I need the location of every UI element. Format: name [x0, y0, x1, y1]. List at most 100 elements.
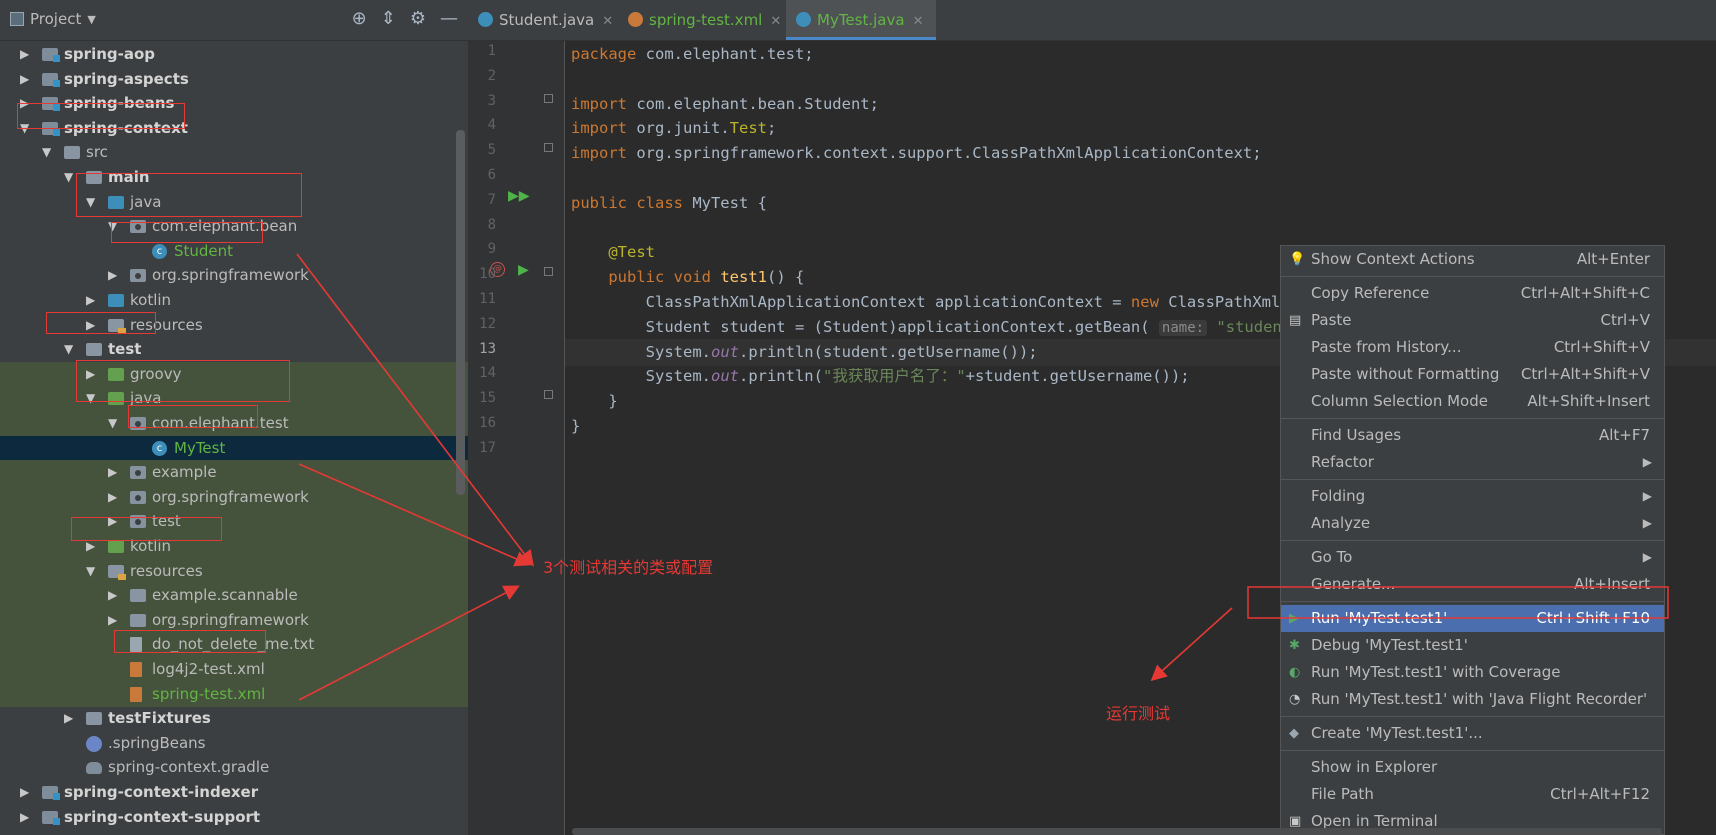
tree-item[interactable]: log4j2-test.xml [0, 657, 468, 682]
locate-icon[interactable]: ⊕ [352, 8, 367, 29]
tree-item[interactable]: ▶ example.scannable [0, 583, 468, 609]
code-line[interactable]: package com.elephant.test; [571, 41, 814, 68]
line-number: 7 [487, 191, 496, 208]
menu-item[interactable]: ◐ Run 'MyTest.test1' with Coverage [1281, 659, 1664, 686]
menu-item-label: Create 'MyTest.test1'... [1311, 724, 1483, 742]
tree-item[interactable]: ▶ spring-context-indexer [0, 780, 468, 805]
menu-item[interactable]: Generate... Alt+Insert [1281, 571, 1664, 598]
menu-item-label: Show in Explorer [1311, 758, 1438, 776]
collapsed-arrow-icon[interactable]: ▶ [64, 706, 73, 731]
tree-item[interactable]: ▶ example [0, 460, 468, 486]
menu-item[interactable]: Show in Explorer [1281, 754, 1664, 781]
collapsed-arrow-icon[interactable]: ▶ [20, 67, 29, 92]
file-type-icon [796, 12, 811, 27]
code-line[interactable]: @Test [571, 239, 655, 266]
profiler-icon: ◔ [1289, 692, 1301, 707]
minimize-icon[interactable]: — [440, 8, 458, 29]
menu-item[interactable]: Copy Reference Ctrl+Alt+Shift+C [1281, 280, 1664, 307]
menu-item[interactable]: Paste from History... Ctrl+Shift+V [1281, 334, 1664, 361]
expanded-arrow-icon[interactable]: ▼ [42, 140, 51, 165]
tree-item-label: example [152, 463, 217, 482]
collapsed-arrow-icon[interactable]: ▶ [108, 485, 117, 510]
tree-item[interactable]: c MyTest [0, 435, 468, 461]
project-view-selector[interactable]: Project ▼ [10, 10, 96, 28]
tree-item[interactable]: .springBeans [0, 731, 468, 756]
run-class-icon[interactable]: ▶▶ [508, 188, 530, 204]
tree-item[interactable]: ▶ testFixtures [0, 706, 468, 731]
collapsed-arrow-icon[interactable]: ▶ [20, 42, 29, 67]
code-line[interactable]: } [571, 413, 580, 440]
editor-tab[interactable]: spring-test.xml ✕ [618, 0, 794, 40]
collapsed-arrow-icon[interactable]: ▶ [108, 583, 117, 608]
clipboard-icon: ▤ [1289, 313, 1302, 328]
menu-item[interactable]: Column Selection Mode Alt+Shift+Insert [1281, 388, 1664, 415]
menu-item[interactable]: 💡 Show Context Actions Alt+Enter [1281, 246, 1664, 273]
tree-item[interactable]: ▼ test [0, 337, 468, 362]
code-line[interactable]: System.out.println("我获取用户名了："+student.ge… [571, 363, 1190, 390]
close-tab-icon[interactable]: ✕ [602, 14, 613, 29]
test-folder-icon [108, 540, 124, 553]
collapse-all-icon[interactable]: ⇕ [381, 8, 396, 29]
menu-item[interactable]: ▤ Paste Ctrl+V [1281, 307, 1664, 334]
project-tree-scrollbar[interactable] [456, 130, 465, 495]
editor-context-menu[interactable]: 💡 Show Context Actions Alt+Enter Copy Refer… [1280, 245, 1665, 835]
tree-item[interactable]: ▶ spring-aspects [0, 67, 468, 92]
tree-item[interactable]: ▶ org.springframework [0, 263, 468, 288]
gear-icon[interactable]: ⚙ [410, 8, 426, 29]
tree-item[interactable]: ▶ spring-aop [0, 42, 468, 67]
collapsed-arrow-icon[interactable]: ▶ [20, 780, 29, 805]
menu-item[interactable]: Paste without Formatting Ctrl+Alt+Shift+V [1281, 361, 1664, 388]
menu-item[interactable]: ▶ Run 'MyTest.test1' Ctrl+Shift+F10 [1281, 605, 1664, 632]
collapsed-arrow-icon[interactable]: ▶ [108, 263, 117, 288]
tree-item[interactable]: ▶ org.springframework [0, 484, 468, 510]
tree-item[interactable]: ▶ spring-context-support [0, 805, 468, 830]
chevron-down-icon[interactable]: ▼ [87, 13, 95, 26]
fold-imports-end-icon[interactable] [544, 143, 553, 152]
tree-item[interactable]: spring-test.xml [0, 681, 468, 707]
code-line[interactable]: public class MyTest { [571, 190, 767, 217]
code-line[interactable]: public void test1() { [571, 264, 804, 291]
collapsed-arrow-icon[interactable]: ▶ [86, 288, 95, 313]
tree-item-label: resources [130, 561, 203, 580]
project-icon [10, 12, 24, 26]
tree-item[interactable]: ▼ resources [0, 558, 468, 584]
editor-horizontal-scrollbar[interactable] [572, 828, 1662, 835]
fold-method-icon[interactable] [544, 267, 553, 276]
tree-item[interactable]: spring-context.gradle [0, 755, 468, 780]
menu-item[interactable]: Go To ▶ [1281, 544, 1664, 571]
tree-item-label: log4j2-test.xml [152, 660, 265, 678]
code-line[interactable]: Student student = (Student)applicationCo… [571, 314, 1319, 341]
expanded-arrow-icon[interactable]: ▼ [86, 559, 95, 584]
menu-item[interactable]: ◆ Create 'MyTest.test1'... [1281, 720, 1664, 747]
expanded-arrow-icon[interactable]: ▼ [64, 337, 73, 362]
menu-item-shortcut: Ctrl+Alt+Shift+V [1520, 365, 1650, 383]
menu-item[interactable]: Analyze ▶ [1281, 510, 1664, 537]
code-line[interactable]: import com.elephant.bean.Student; [571, 91, 879, 118]
menu-item[interactable]: File Path Ctrl+Alt+F12 [1281, 781, 1664, 808]
tree-item[interactable]: ▶ kotlin [0, 288, 468, 313]
menu-item[interactable]: Refactor ▶ [1281, 449, 1664, 476]
menu-item[interactable]: Folding ▶ [1281, 483, 1664, 510]
expanded-arrow-icon[interactable]: ▼ [108, 411, 117, 436]
close-tab-icon[interactable]: ✕ [770, 14, 781, 29]
code-line[interactable]: System.out.println(student.getUsername()… [571, 339, 1038, 366]
line-number: 14 [479, 365, 496, 382]
code-line[interactable]: } [571, 388, 617, 415]
code-line[interactable]: import org.junit.Test; [571, 115, 776, 142]
editor-tab[interactable]: Student.java ✕ [468, 0, 626, 40]
module-icon [42, 786, 60, 800]
menu-item[interactable]: Find Usages Alt+F7 [1281, 422, 1664, 449]
expanded-arrow-icon[interactable]: ▼ [64, 165, 73, 190]
menu-item[interactable]: ◔ Run 'MyTest.test1' with 'Java Flight Re… [1281, 686, 1664, 713]
collapsed-arrow-icon[interactable]: ▶ [108, 460, 117, 485]
collapsed-arrow-icon[interactable]: ▶ [20, 805, 29, 830]
code-line[interactable]: import org.springframework.context.suppo… [571, 140, 1262, 167]
close-tab-icon[interactable]: ✕ [913, 14, 924, 29]
fold-imports-icon[interactable] [544, 94, 553, 103]
menu-item-shortcut: Alt+Enter [1576, 250, 1650, 268]
editor-tab[interactable]: MyTest.java ✕ [786, 0, 936, 40]
menu-item[interactable]: ✱ Debug 'MyTest.test1' [1281, 632, 1664, 659]
run-test-icon[interactable]: ▶ [518, 262, 529, 278]
fold-method-end-icon[interactable] [544, 390, 553, 399]
tree-item[interactable]: ▼ src [0, 140, 468, 165]
